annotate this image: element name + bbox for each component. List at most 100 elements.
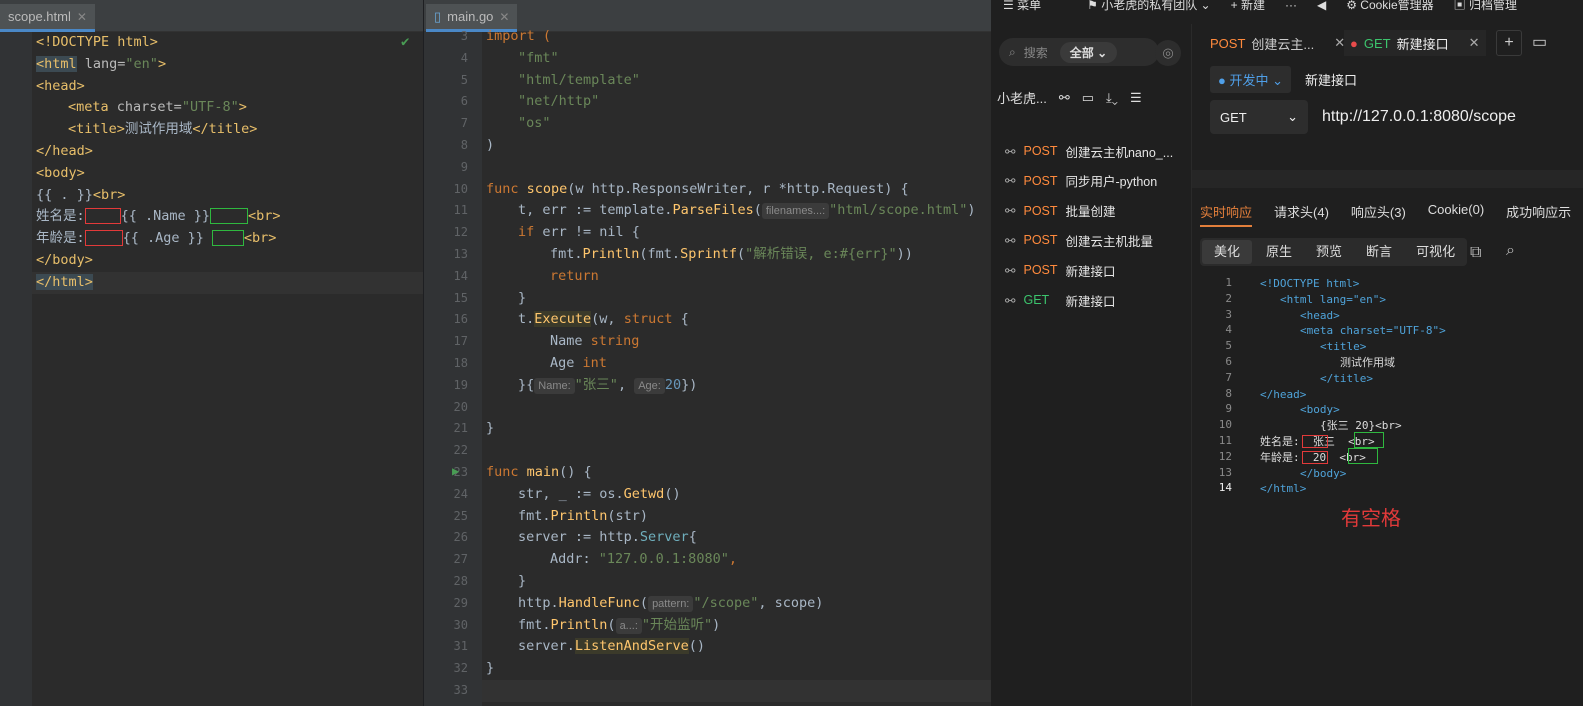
space-highlight-red	[84, 230, 123, 247]
code-line: Addr: "127.0.0.1:8080",	[550, 551, 737, 568]
view-tab[interactable]: 断言	[1354, 240, 1404, 264]
method-select[interactable]: GET ⌄	[1210, 100, 1308, 134]
space-highlight-green	[1354, 432, 1384, 448]
api-list-item[interactable]: ⚯ GET 新建接口	[1005, 289, 1116, 311]
code-line: t.Execute(w, struct {	[518, 311, 689, 328]
response-tab[interactable]: Cookie(0)	[1428, 202, 1484, 227]
api-method: POST	[1023, 233, 1058, 248]
view-tab[interactable]: 美化	[1202, 240, 1253, 264]
new-button[interactable]: + 新建	[1231, 0, 1265, 11]
code-line: <head>	[36, 77, 85, 94]
collapse-icon[interactable]: ☰	[1130, 90, 1142, 106]
code-line: server := http.Server{	[518, 529, 697, 546]
api-list-item[interactable]: ⚯ POST 同步用户-python	[1005, 170, 1157, 192]
code-line: }	[486, 660, 495, 677]
line-number: 9	[1225, 402, 1232, 416]
code-line: str, _ := os.Getwd()	[518, 485, 681, 502]
code-line: "os"	[518, 115, 551, 132]
back-icon[interactable]: ◀	[1317, 0, 1326, 11]
search-icon[interactable]: ⌕	[1506, 242, 1515, 260]
code-line: fmt.Println(str)	[518, 507, 649, 524]
api-name: 新建接口	[1065, 294, 1116, 309]
tab-scope-html[interactable]: scope.html ✕	[0, 4, 95, 32]
link-icon: ⚯	[1005, 233, 1016, 248]
api-list-item[interactable]: ⚯ POST 创建云主机批量	[1005, 229, 1153, 251]
code-line: }	[518, 289, 527, 306]
add-link-icon[interactable]: ⚯	[1059, 90, 1070, 106]
space-highlight-red	[1302, 450, 1328, 464]
line-number: 5	[1225, 339, 1232, 353]
folder-icon[interactable]: ▭	[1082, 90, 1094, 106]
response-tab[interactable]: 响应头(3)	[1351, 202, 1406, 227]
space-highlight-green	[211, 230, 244, 247]
add-tab-icon[interactable]: +	[1496, 30, 1522, 56]
go-editor-pane: ▯ main.go ✕ 3 4 5 6 7 8 9 10 11 12 13 14 15 16 17 18 19 2…	[424, 0, 991, 706]
search-bar[interactable]: ⌕ 搜索 全部 ⌄	[999, 38, 1159, 66]
link-icon: ⚯	[1005, 204, 1016, 219]
code-line: server.ListenAndServe()	[518, 638, 705, 655]
space-highlight-green	[210, 208, 249, 225]
request-name[interactable]: 新建接口	[1305, 70, 1357, 89]
code-line: fmt.Println(fmt.Sprintf("解析错误, e:#{err}"…	[550, 246, 913, 262]
space-highlight-green	[1348, 447, 1378, 464]
search-icon: ⌕	[1009, 44, 1016, 59]
code-line: <body>	[36, 164, 85, 181]
team-selector[interactable]: ⚑ 小老虎的私有团队 ⌄	[1087, 0, 1211, 11]
code-line: }{Name: "张三", Age: 20})	[518, 376, 698, 394]
run-icon[interactable]: ▶	[452, 464, 459, 478]
response-line: <body>	[1300, 403, 1340, 417]
go-code-area[interactable]: import ( "fmt" "html/template" "net/http…	[424, 28, 991, 706]
code-line: <!DOCTYPE html>	[36, 34, 158, 50]
response-line: </head>	[1260, 387, 1307, 401]
chevron-down-icon: ⌄	[1287, 109, 1298, 124]
locate-icon[interactable]: ◎	[1155, 40, 1181, 66]
search-input[interactable]: 搜索	[1024, 44, 1048, 61]
api-client-pane: ☰ 菜单 ⚑ 小老虎的私有团队 ⌄ + 新建 ··· ◀ ⚙ Cookie管理器…	[991, 0, 1583, 706]
line-number: 10	[1218, 418, 1232, 432]
code-line: <html lang="en">	[36, 55, 167, 72]
api-list-item[interactable]: ⚯ POST 批量创建	[1005, 200, 1116, 222]
line-number: 2	[1225, 291, 1232, 305]
code-line: 年龄是:{{ .Age }} <br>	[36, 230, 277, 247]
import-icon[interactable]: ⤓⌄	[1106, 90, 1118, 106]
response-line: </title>	[1320, 371, 1373, 385]
response-tab[interactable]: 请求头(4)	[1274, 202, 1329, 227]
line-number: 13	[1218, 465, 1232, 479]
api-list-item[interactable]: ⚯ POST 创建云主机nano_...	[1005, 140, 1173, 162]
space-highlight-red	[84, 208, 121, 225]
more-icon[interactable]: ···	[1285, 0, 1297, 11]
copy-icon[interactable]: ⧉	[1470, 244, 1481, 262]
check-icon: ✔	[401, 34, 410, 50]
request-tab[interactable]: POST 创建云主... ✕	[1210, 30, 1345, 56]
filter-all-dropdown[interactable]: 全部 ⌄	[1059, 41, 1118, 63]
line-number: 4	[1225, 323, 1232, 337]
project-name[interactable]: 小老虎...	[997, 88, 1047, 107]
close-icon[interactable]: ✕	[1469, 35, 1480, 51]
cookie-manager-button[interactable]: ⚙ Cookie管理器	[1346, 0, 1433, 11]
archive-button[interactable]: ▣ 归档管理	[1454, 0, 1517, 11]
api-name: 批量创建	[1065, 205, 1116, 220]
response-tab[interactable]: 成功响应示	[1506, 202, 1571, 227]
url-input[interactable]: http://127.0.0.1:8080/scope	[1322, 108, 1516, 126]
request-tab-active[interactable]: ● GET 新建接口 ✕	[1344, 30, 1486, 56]
response-line: 测试作用域	[1340, 356, 1395, 369]
html-code-area[interactable]: <!DOCTYPE html> <html lang="en"> <head> …	[0, 32, 423, 706]
api-name: 新建接口	[1065, 264, 1116, 279]
code-line: 姓名是:{{ .Name }} <br>	[36, 208, 281, 225]
tab-list-icon[interactable]: ▭	[1532, 32, 1547, 52]
code-line: </head>	[36, 143, 93, 159]
api-list-item[interactable]: ⚯ POST 新建接口	[1005, 259, 1116, 281]
code-line: Name string	[550, 333, 640, 350]
view-tab[interactable]: 预览	[1304, 240, 1354, 264]
close-icon[interactable]: ✕	[77, 4, 87, 30]
response-line: <head>	[1300, 308, 1340, 322]
env-selector[interactable]: ● 开发中 ⌄	[1210, 66, 1291, 93]
code-line: }	[486, 420, 495, 437]
code-line: </body>	[36, 252, 93, 268]
menu-button[interactable]: ☰ 菜单	[1003, 0, 1041, 11]
response-tab[interactable]: 实时响应	[1200, 202, 1253, 227]
line-number: 11	[1218, 434, 1232, 447]
view-tab[interactable]: 原生	[1254, 240, 1304, 264]
code-line: http.HandleFunc(pattern: "/scope", scope)	[518, 594, 824, 612]
view-tab[interactable]: 可视化	[1404, 240, 1467, 264]
